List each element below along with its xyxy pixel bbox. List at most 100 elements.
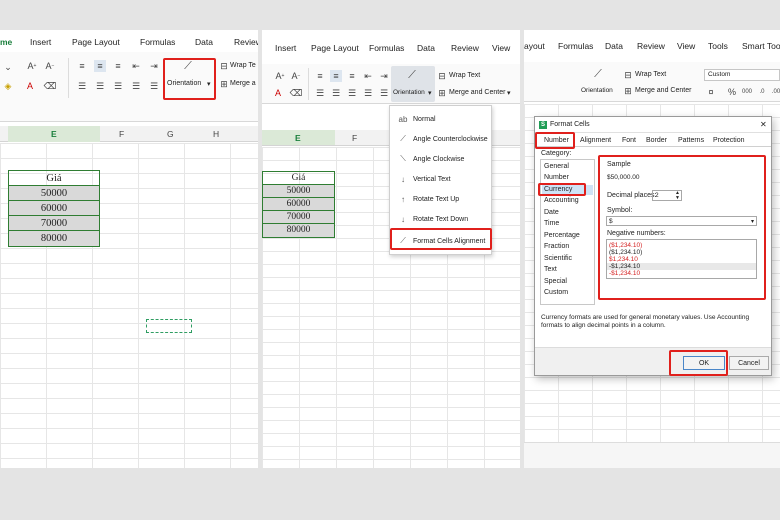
- col-header-f[interactable]: F: [352, 133, 357, 143]
- col-header-h[interactable]: H: [213, 129, 219, 139]
- tab-page-layout[interactable]: ayout: [524, 41, 545, 51]
- clear-format-icon[interactable]: ⌫: [44, 80, 57, 92]
- tab-insert[interactable]: Insert: [30, 37, 51, 47]
- menu-item-normal[interactable]: ab Normal: [398, 114, 436, 124]
- align-center-icon[interactable]: ☰: [94, 80, 106, 92]
- wrap-text-button[interactable]: Wrap Te: [230, 62, 256, 69]
- price-column-cells[interactable]: Giá 50000 60000 70000 80000: [8, 170, 100, 247]
- dialog-tab-border[interactable]: Border: [646, 137, 667, 144]
- align-top-icon[interactable]: ≡: [314, 70, 326, 82]
- merge-icon[interactable]: ⊞: [436, 87, 448, 99]
- font-color-icon[interactable]: A: [272, 87, 284, 99]
- cell-value[interactable]: 50000: [9, 186, 99, 201]
- merge-caret-icon[interactable]: ▾: [507, 89, 511, 97]
- category-item[interactable]: Scientific: [544, 255, 572, 262]
- tab-smart-toolbox[interactable]: Smart Toolb: [742, 41, 780, 51]
- orientation-icon[interactable]: ⟋: [592, 68, 604, 80]
- decrease-font-icon[interactable]: A −: [44, 60, 56, 72]
- category-item[interactable]: Fraction: [544, 243, 569, 250]
- cell-value[interactable]: 50000: [263, 185, 334, 198]
- cancel-button[interactable]: Cancel: [729, 356, 769, 370]
- distributed-icon[interactable]: ☰: [378, 87, 390, 99]
- tab-insert[interactable]: Insert: [275, 43, 296, 53]
- number-format-select[interactable]: Custom: [704, 69, 780, 81]
- tab-formulas[interactable]: Formulas: [369, 43, 404, 53]
- menu-item-angle-clockwise[interactable]: ⟍ Angle Clockwise: [398, 154, 464, 164]
- clear-format-icon[interactable]: ⌫: [290, 87, 303, 99]
- merge-button[interactable]: Merge a: [230, 80, 256, 87]
- tab-data[interactable]: Data: [417, 43, 435, 53]
- merge-icon[interactable]: ⊞: [622, 85, 634, 97]
- merge-button[interactable]: Merge and Center: [449, 89, 505, 96]
- cell-value[interactable]: 80000: [263, 224, 334, 237]
- category-item[interactable]: Special: [544, 278, 567, 285]
- dialog-tab-patterns[interactable]: Patterns: [678, 137, 704, 144]
- increase-font-icon[interactable]: A +: [274, 70, 286, 82]
- wrap-text-icon[interactable]: ⊟: [218, 60, 230, 72]
- indent-decrease-icon[interactable]: ⇤: [130, 60, 142, 72]
- comma-style-icon[interactable]: 000: [741, 86, 753, 98]
- tab-data[interactable]: Data: [195, 37, 213, 47]
- align-top-icon[interactable]: ≡: [76, 60, 88, 72]
- align-bottom-icon[interactable]: ≡: [346, 70, 358, 82]
- tab-page-layout[interactable]: Page Layout: [72, 37, 120, 47]
- wrap-text-icon[interactable]: ⊟: [622, 69, 634, 81]
- col-header-f[interactable]: F: [119, 129, 124, 139]
- category-item[interactable]: Accounting: [544, 197, 579, 204]
- justify-icon[interactable]: ☰: [362, 87, 374, 99]
- increase-font-icon[interactable]: A +: [26, 60, 38, 72]
- dialog-tab-alignment[interactable]: Alignment: [580, 137, 611, 144]
- tab-view[interactable]: View: [492, 43, 510, 53]
- cell-value[interactable]: 70000: [263, 211, 334, 224]
- wrap-text-icon[interactable]: ⊟: [436, 70, 448, 82]
- orientation-button[interactable]: Orientation: [393, 89, 425, 96]
- align-left-icon[interactable]: ☰: [314, 87, 326, 99]
- cell-header-gia[interactable]: Giá: [263, 172, 334, 185]
- merge-icon[interactable]: ⊞: [218, 78, 230, 90]
- cell-value[interactable]: 80000: [9, 231, 99, 246]
- indent-increase-icon[interactable]: ⇥: [378, 70, 390, 82]
- percent-icon[interactable]: %: [726, 86, 738, 98]
- dialog-tab-protection[interactable]: Protection: [713, 137, 745, 144]
- tab-formulas[interactable]: Formulas: [558, 41, 593, 51]
- close-icon[interactable]: ✕: [760, 120, 767, 129]
- orientation-caret-icon[interactable]: ▾: [428, 89, 432, 97]
- tab-home[interactable]: me: [0, 37, 12, 47]
- category-item[interactable]: Text: [544, 266, 557, 273]
- tab-formulas[interactable]: Formulas: [140, 37, 175, 47]
- category-item[interactable]: Time: [544, 220, 559, 227]
- align-bottom-icon[interactable]: ≡: [112, 60, 124, 72]
- wrap-text-button[interactable]: Wrap Text: [635, 71, 666, 78]
- price-column-cells[interactable]: Giá 50000 60000 70000 80000: [262, 171, 335, 238]
- align-middle-icon[interactable]: ≡: [330, 70, 342, 82]
- menu-item-rotate-down[interactable]: ↓ Rotate Text Down: [398, 214, 468, 224]
- decrease-font-icon[interactable]: A −: [290, 70, 302, 82]
- category-item[interactable]: Custom: [544, 289, 568, 296]
- col-header-g[interactable]: G: [167, 129, 174, 139]
- cell-value[interactable]: 70000: [9, 216, 99, 231]
- currency-format-icon[interactable]: ¤: [705, 86, 717, 98]
- tab-view[interactable]: View: [677, 41, 695, 51]
- font-color-icon[interactable]: A: [24, 80, 36, 92]
- dialog-tab-font[interactable]: Font: [622, 137, 636, 144]
- distributed-icon[interactable]: ☰: [148, 80, 160, 92]
- cell-value[interactable]: 60000: [9, 201, 99, 216]
- category-item[interactable]: Date: [544, 209, 559, 216]
- orientation-icon[interactable]: ⟋: [406, 69, 418, 81]
- tab-review[interactable]: Review: [451, 43, 479, 53]
- col-header-e[interactable]: E: [295, 133, 301, 143]
- orientation-button[interactable]: Orientation: [581, 87, 613, 94]
- merge-button[interactable]: Merge and Center: [635, 87, 691, 94]
- align-middle-icon[interactable]: ≡: [94, 60, 106, 72]
- indent-decrease-icon[interactable]: ⇤: [362, 70, 374, 82]
- indent-increase-icon[interactable]: ⇥: [148, 60, 160, 72]
- align-right-icon[interactable]: ☰: [112, 80, 124, 92]
- cell-value[interactable]: 60000: [263, 198, 334, 211]
- tab-review[interactable]: Review: [234, 37, 258, 47]
- menu-item-angle-counterclockwise[interactable]: ⟋ Angle Counterclockwise: [398, 134, 488, 144]
- font-size-dropdown-icon[interactable]: ⌄: [2, 61, 14, 73]
- align-left-icon[interactable]: ☰: [76, 80, 88, 92]
- align-right-icon[interactable]: ☰: [346, 87, 358, 99]
- decrease-decimal-icon[interactable]: .00: [770, 86, 780, 98]
- align-center-icon[interactable]: ☰: [330, 87, 342, 99]
